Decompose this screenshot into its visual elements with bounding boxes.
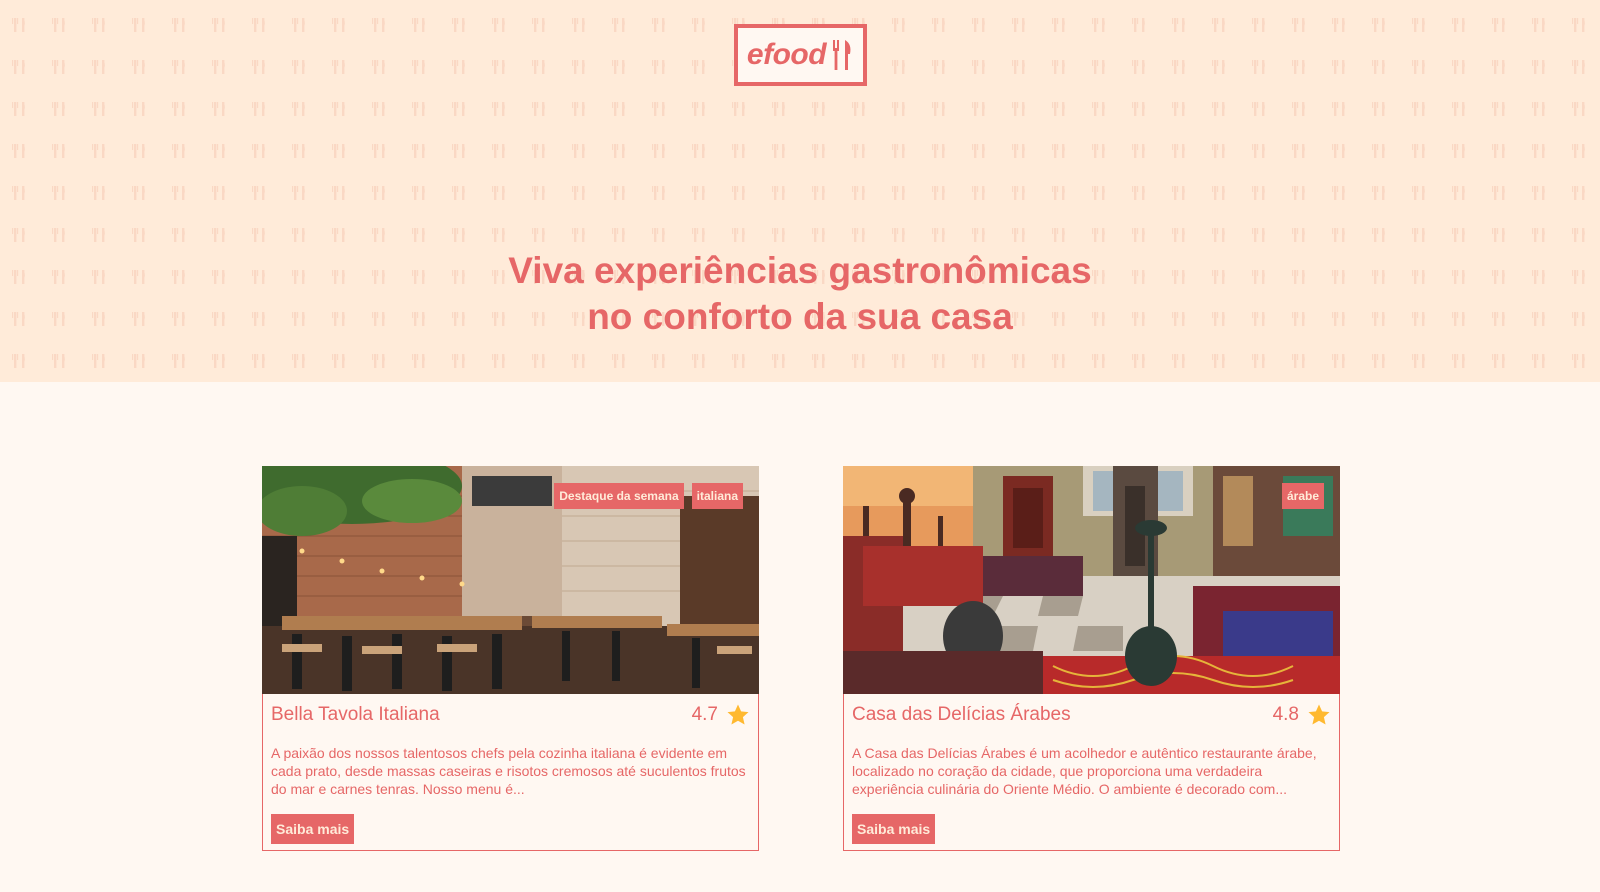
- restaurant-image: árabe: [843, 466, 1340, 694]
- star-icon: [1308, 704, 1330, 725]
- restaurant-description: A Casa das Delícias Árabes é um acolhedo…: [852, 745, 1317, 797]
- hero-headline: Viva experiências gastronômicas no confo…: [0, 248, 1600, 340]
- card-header: Bella Tavola Italiana 4.7: [271, 702, 750, 728]
- efood-logo[interactable]: efood: [734, 24, 867, 86]
- restaurant-name: Casa das Delícias Árabes: [852, 704, 1071, 725]
- fork-knife-icon: [833, 40, 851, 70]
- tag-cuisine: italiana: [691, 483, 743, 509]
- arabic-restaurant-photo: [843, 466, 1340, 694]
- card-body: Casa das Delícias Árabes 4.8 A Casa das …: [843, 694, 1340, 851]
- restaurant-list: Destaque da semana italiana Bella Tavola…: [262, 466, 1340, 851]
- rating-value: 4.7: [691, 704, 718, 725]
- headline-line-2: no conforto da sua casa: [587, 296, 1013, 337]
- restaurant-description: A paixão dos nossos talentosos chefs pel…: [271, 745, 746, 797]
- star-icon: [727, 704, 749, 725]
- saiba-mais-button[interactable]: Saiba mais: [852, 814, 936, 844]
- restaurant-image: Destaque da semana italiana: [262, 466, 759, 694]
- logo-text: efood: [746, 38, 827, 71]
- tag-cuisine: árabe: [1281, 483, 1324, 509]
- saiba-mais-button[interactable]: Saiba mais: [271, 814, 355, 844]
- tag-list: Destaque da semana italiana: [554, 483, 743, 509]
- rating: 4.8: [1273, 703, 1331, 727]
- card-body: Bella Tavola Italiana 4.7 A paixão dos n…: [262, 694, 759, 851]
- headline-line-1: Viva experiências gastronômicas: [508, 250, 1092, 291]
- card-header: Casa das Delícias Árabes 4.8: [852, 702, 1331, 728]
- rating-value: 4.8: [1272, 704, 1299, 725]
- tag-featured: Destaque da semana: [554, 483, 684, 509]
- hero-banner: efood Viva experiências gastronômicas no…: [0, 0, 1600, 382]
- restaurant-card: Destaque da semana italiana Bella Tavola…: [262, 466, 759, 851]
- restaurant-card: árabe Casa das Delícias Árabes 4.8 A Cas…: [843, 466, 1340, 851]
- restaurant-name: Bella Tavola Italiana: [271, 704, 440, 725]
- rating: 4.7: [692, 703, 750, 727]
- tag-list: árabe: [1281, 483, 1324, 509]
